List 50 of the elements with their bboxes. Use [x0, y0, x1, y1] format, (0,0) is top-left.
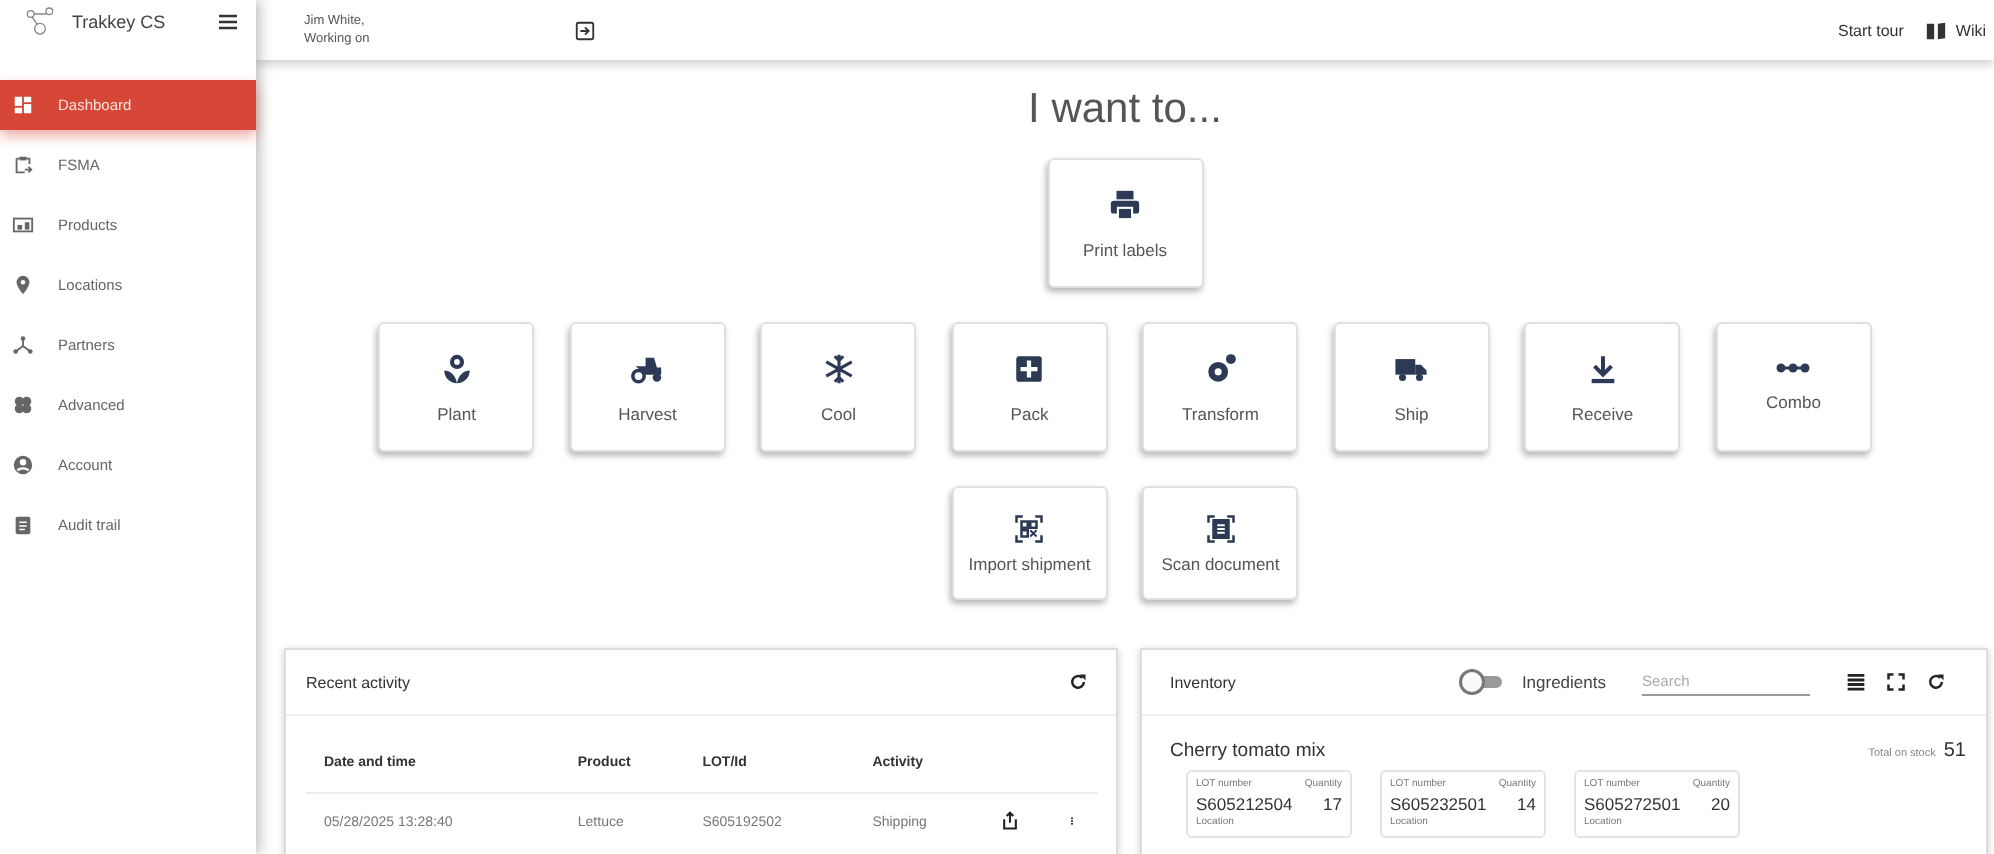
lot-number: S605212504 [1196, 793, 1295, 815]
clipboard-icon [12, 514, 34, 536]
toggle-label: Ingredients [1521, 672, 1606, 692]
app-name: Trakkey CS [72, 12, 168, 32]
quantity-value: 14 [1517, 793, 1536, 815]
qr-scan-icon [1014, 513, 1045, 543]
action-tile[interactable]: Pack [951, 322, 1108, 452]
share-icon[interactable] [999, 809, 1020, 831]
menu-icon[interactable] [216, 10, 240, 34]
page-heading: I want to... [1028, 86, 1222, 134]
action-tile[interactable]: Import shipment [951, 486, 1108, 600]
quantity-value: 17 [1323, 793, 1342, 815]
package-icon [1012, 351, 1047, 385]
devices-icon [12, 214, 34, 236]
location-pin-icon [12, 274, 34, 296]
lot-number: S605272501 [1584, 793, 1683, 815]
linked-dots-icon [1776, 362, 1811, 374]
network-icon [12, 334, 34, 356]
account-icon [12, 454, 34, 476]
action-tile[interactable]: Plant [378, 322, 535, 452]
logo-icon [24, 6, 56, 38]
book-icon[interactable] [1923, 19, 1948, 41]
list-view-icon[interactable] [1846, 672, 1866, 692]
action-tile[interactable]: Harvest [569, 322, 726, 452]
action-tile[interactable]: Ship [1333, 322, 1490, 452]
dashboard-icon [12, 94, 34, 116]
snowflake-icon [821, 351, 856, 385]
panel-title: Recent activity [306, 673, 411, 691]
action-tile[interactable]: Receive [1524, 322, 1681, 452]
product-name: Cherry tomato mix [1170, 740, 1326, 762]
action-tile[interactable]: Cool [760, 322, 917, 452]
action-tile[interactable]: Transform [1142, 322, 1299, 452]
logout-icon[interactable] [574, 19, 596, 41]
topbar-link[interactable]: Wiki [1955, 21, 1986, 39]
refresh-icon[interactable] [1068, 672, 1088, 692]
total-value: 51 [1943, 740, 1966, 762]
panel-title: Inventory [1170, 673, 1238, 691]
action-tile[interactable]: Print labels [1047, 158, 1203, 288]
clipboard-arrow-icon [12, 154, 34, 176]
refresh-icon[interactable] [1926, 672, 1946, 692]
lot-number: S605232501 [1390, 793, 1489, 815]
fullscreen-icon[interactable] [1886, 672, 1906, 692]
quantity-value: 20 [1711, 793, 1730, 815]
flower-icon [439, 351, 474, 385]
action-tile[interactable]: Combo [1715, 322, 1872, 452]
document-scan-icon [1205, 513, 1236, 543]
action-tile[interactable]: Scan document [1142, 486, 1299, 600]
printer-icon [1108, 187, 1142, 221]
ingredients-toggle[interactable] [1461, 672, 1502, 692]
topbar-link[interactable]: Start tour [1837, 21, 1904, 39]
